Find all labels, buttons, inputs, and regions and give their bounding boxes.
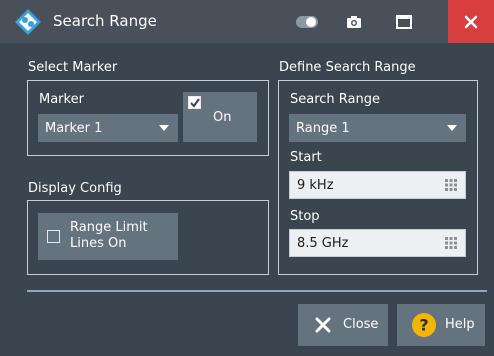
stop-input[interactable]: 8.5 GHz (289, 229, 466, 257)
display-config-title: Display Config (28, 181, 122, 196)
close-button[interactable]: Close (298, 304, 388, 346)
app-logo-icon (15, 9, 41, 35)
chevron-down-icon (159, 125, 169, 131)
help-button-label: Help (445, 317, 475, 332)
range-limit-label-line2: Lines On (70, 236, 127, 251)
start-label: Start (290, 150, 322, 165)
chevron-down-icon (447, 125, 457, 131)
select-marker-title: Select Marker (28, 60, 118, 75)
close-window-button[interactable] (448, 0, 494, 43)
svg-text:?: ? (419, 316, 428, 335)
marker-on-button[interactable]: On (183, 92, 257, 142)
marker-on-checkbox[interactable] (188, 96, 201, 109)
title-bar: Search Range (0, 0, 494, 43)
start-input[interactable]: 9 kHz (289, 171, 466, 199)
close-button-label: Close (343, 317, 379, 332)
range-limit-lines-button[interactable]: Range Limit Lines On (38, 213, 178, 260)
help-button[interactable]: ? Help (397, 304, 485, 346)
search-range-dropdown[interactable]: Range 1 (289, 114, 466, 142)
stop-value: 8.5 GHz (297, 235, 349, 251)
help-icon: ? (412, 313, 436, 337)
stop-label: Stop (290, 209, 320, 224)
maximize-icon (396, 14, 412, 29)
start-value: 9 kHz (297, 177, 334, 193)
marker-label: Marker (39, 92, 84, 107)
marker-dropdown-value: Marker 1 (45, 120, 103, 136)
define-search-range-title: Define Search Range (279, 60, 416, 75)
toggle-button[interactable] (287, 0, 327, 43)
camera-icon (347, 15, 361, 28)
close-icon (464, 15, 478, 28)
toggle-icon (296, 15, 318, 28)
search-range-label: Search Range (290, 92, 380, 107)
x-icon (315, 317, 331, 333)
marker-on-label: On (213, 110, 232, 125)
keypad-icon[interactable] (445, 237, 457, 249)
range-limit-checkbox[interactable] (47, 230, 60, 243)
screenshot-button[interactable] (334, 0, 374, 43)
marker-dropdown[interactable]: Marker 1 (38, 114, 178, 142)
checkmark-icon (190, 98, 200, 108)
footer-separator (27, 290, 487, 292)
keypad-icon[interactable] (445, 179, 457, 191)
range-limit-label-line1: Range Limit (70, 220, 148, 235)
window-title: Search Range (53, 12, 157, 30)
search-range-dropdown-value: Range 1 (296, 120, 350, 136)
maximize-button[interactable] (384, 0, 424, 43)
